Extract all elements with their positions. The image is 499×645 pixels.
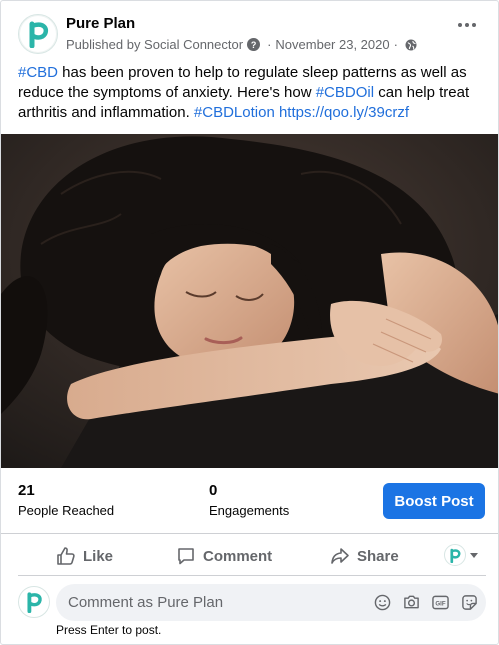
page-switcher-avatar bbox=[444, 544, 466, 566]
page-switcher[interactable] bbox=[444, 544, 478, 566]
people-reached-stat[interactable]: 21 People Reached bbox=[18, 482, 114, 518]
globe-icon[interactable] bbox=[405, 39, 417, 51]
post-card: Pure Plan Published by Social Connector … bbox=[0, 0, 499, 645]
pure-plan-logo-icon bbox=[29, 21, 49, 48]
post-link[interactable]: https://qoo.ly/39crzf bbox=[279, 104, 409, 121]
gif-icon[interactable]: GIF bbox=[431, 593, 449, 611]
boost-post-button[interactable]: Boost Post bbox=[383, 483, 485, 519]
page-avatar[interactable] bbox=[18, 14, 58, 54]
camera-icon[interactable] bbox=[402, 593, 420, 611]
hashtag-cbd[interactable]: #CBD bbox=[18, 64, 58, 81]
engagements-value: 0 bbox=[209, 482, 218, 499]
more-options-icon[interactable] bbox=[458, 23, 476, 27]
sticker-icon[interactable] bbox=[460, 593, 478, 611]
like-label: Like bbox=[83, 547, 114, 565]
post-stats: 21 People Reached 0 Engagements Boost Po… bbox=[1, 468, 498, 534]
comment-hint: Press Enter to post. bbox=[56, 623, 162, 637]
like-button[interactable]: Like bbox=[56, 536, 113, 576]
post-actions: Like Comment Share bbox=[18, 536, 486, 576]
question-icon[interactable]: ? bbox=[247, 38, 261, 51]
post-meta: Published by Social Connector ? · Novemb… bbox=[66, 37, 417, 52]
post-photo[interactable] bbox=[1, 134, 498, 468]
hashtag-cbdlotion[interactable]: #CBDLotion bbox=[194, 104, 275, 121]
people-reached-label: People Reached bbox=[18, 503, 115, 518]
svg-text:GIF: GIF bbox=[435, 600, 445, 607]
engagements-stat[interactable]: 0 Engagements bbox=[209, 482, 289, 518]
comment-button[interactable]: Comment bbox=[176, 536, 272, 576]
thumbs-up-icon bbox=[57, 547, 75, 565]
pure-plan-logo-icon bbox=[450, 548, 461, 563]
speech-bubble-icon bbox=[178, 548, 194, 565]
post-date[interactable]: November 23, 2020 bbox=[275, 37, 389, 52]
smiley-icon[interactable] bbox=[373, 593, 391, 611]
share-label: Share bbox=[357, 547, 399, 565]
commenter-avatar[interactable] bbox=[18, 586, 50, 618]
share-arrow-icon bbox=[331, 548, 349, 564]
hashtag-cbdoil[interactable]: #CBDOil bbox=[316, 84, 374, 101]
published-by[interactable]: Published by Social Connector bbox=[66, 37, 243, 52]
comment-tools: GIF bbox=[373, 593, 478, 611]
share-button[interactable]: Share bbox=[330, 536, 399, 576]
comment-label: Comment bbox=[203, 547, 273, 565]
post-header: Pure Plan Published by Social Connector … bbox=[1, 1, 498, 61]
engagements-label: Engagements bbox=[209, 503, 290, 518]
people-reached-value: 21 bbox=[18, 482, 35, 499]
chevron-down-icon bbox=[470, 552, 478, 558]
pure-plan-logo-icon bbox=[27, 592, 42, 613]
woman-photo bbox=[1, 134, 498, 468]
post-text: #CBD has been proven to help to regulate… bbox=[18, 63, 488, 123]
comment-composer: GIF bbox=[18, 584, 486, 622]
page-name[interactable]: Pure Plan bbox=[66, 15, 135, 32]
